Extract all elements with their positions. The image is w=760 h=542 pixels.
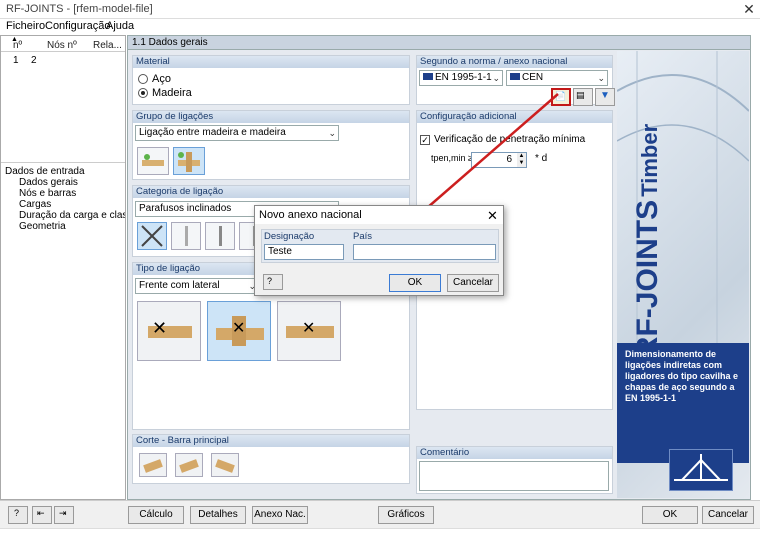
radio-aco[interactable]	[138, 74, 148, 84]
dowel-button[interactable]	[171, 222, 201, 250]
col-header-nodes: Nós nº	[47, 40, 77, 51]
joint-type-1-button[interactable]: ✕	[137, 301, 201, 361]
export-button[interactable]: ⇥	[54, 506, 74, 524]
banner-description: Dimensionamento de ligações indiretas co…	[617, 343, 749, 463]
grupo-label: Grupo de ligações	[133, 111, 409, 123]
comment-textarea[interactable]	[419, 461, 609, 491]
cut-2-button[interactable]	[175, 453, 203, 477]
group-ligacoes: Grupo de ligações Ligação entre madeira …	[132, 110, 410, 180]
annex-button[interactable]: Anexo Nac.	[252, 506, 308, 524]
details-button[interactable]: Detalhes	[190, 506, 246, 524]
country-input[interactable]	[353, 244, 496, 260]
nav-item-nos-barras[interactable]: Nós e barras	[5, 188, 125, 199]
menu-ficheiro[interactable]: Ficheiro	[6, 20, 45, 32]
nav-item-dados-gerais[interactable]: Dados gerais	[5, 177, 125, 188]
help-button[interactable]: ?	[8, 506, 28, 524]
cancel-button[interactable]: Cancelar	[702, 506, 754, 524]
dlubal-logo-icon	[669, 449, 733, 491]
nav-item-duracao[interactable]: Duração da carga e classe de u	[5, 210, 125, 221]
banner-title: RF-JOINTS	[631, 199, 664, 359]
new-annex-dialog: Novo anexo nacional ✕ Designação País Te…	[254, 205, 504, 296]
menu-ajuda[interactable]: Ajuda	[106, 20, 134, 32]
close-window-button[interactable]: ✕	[740, 1, 758, 17]
standard-select[interactable]: EN 1995-1-1 ⌄	[419, 70, 503, 86]
chevron-down-icon: ⌄	[597, 73, 605, 83]
corte-label: Corte - Barra principal	[133, 435, 409, 447]
radio-aco-label: Aço	[152, 73, 171, 85]
title-bar: RF-JOINTS - [rfem-model-file] ✕	[0, 0, 760, 19]
comment-label: Comentário	[417, 447, 612, 459]
nav-tree: Dados de entrada Dados gerais Nós e barr…	[5, 166, 125, 232]
inclined-screws-button[interactable]	[137, 222, 167, 250]
cut-3-button[interactable]	[211, 453, 239, 477]
export-icon: ⇥	[59, 508, 67, 518]
filter-button[interactable]: ▼	[595, 88, 615, 106]
menu-bar: Ficheiro Configuração Ajuda	[0, 19, 760, 35]
calc-button[interactable]: Cálculo	[128, 506, 184, 524]
annex-select[interactable]: CEN ⌄	[506, 70, 608, 86]
radio-madeira[interactable]	[138, 88, 148, 98]
designation-label: Designação	[264, 231, 315, 242]
chevron-down-icon: ⌄	[492, 73, 500, 83]
joint-type-3-button[interactable]: ✕	[277, 301, 341, 361]
dialog-ok-button[interactable]: OK	[389, 274, 441, 292]
table-cell[interactable]: 1	[13, 55, 19, 66]
dialog-close-icon[interactable]: ✕	[487, 208, 498, 224]
categoria-label: Categoria de ligação	[133, 186, 409, 198]
nav-item-geometria[interactable]: Geometria	[5, 221, 125, 232]
steel-timber-icon-button[interactable]	[137, 147, 169, 175]
material-group: Material Aço Madeira	[132, 55, 410, 105]
table-cell[interactable]: 2	[31, 55, 37, 66]
standard-label: Segundo a norma / anexo nacional	[417, 56, 612, 68]
designation-input[interactable]: Teste	[264, 244, 344, 260]
bottom-strip	[0, 528, 760, 542]
comment-group: Comentário	[416, 446, 613, 494]
dialog-cancel-button[interactable]: Cancelar	[447, 274, 499, 292]
tipo-select[interactable]: Frente com lateral ⌄	[135, 278, 259, 294]
menu-configuracao[interactable]: Configuração	[45, 20, 110, 32]
banner-wordmark: RF-JOINTS Timber	[631, 91, 691, 358]
help-icon: ?	[14, 508, 20, 518]
chevron-down-icon: ⌄	[328, 128, 336, 138]
window-title: RF-JOINTS - [rfem-model-file]	[6, 3, 153, 15]
ok-button[interactable]: OK	[642, 506, 698, 524]
corte-group: Corte - Barra principal	[132, 434, 410, 484]
edit-annex-button[interactable]: ▤	[573, 88, 593, 106]
banner-subtitle: Timber	[637, 123, 662, 197]
main-header: 1.1 Dados gerais	[128, 36, 750, 50]
cut-1-button[interactable]	[139, 453, 167, 477]
nav-item-cargas[interactable]: Cargas	[5, 199, 125, 210]
grupo-select[interactable]: Ligação entre madeira e madeira ⌄	[135, 125, 339, 141]
nav-root[interactable]: Dados de entrada	[5, 166, 125, 177]
help-button[interactable]: ?	[263, 274, 283, 290]
footer-bar: ? ⇤ ⇥ Cálculo Detalhes Anexo Nac. Gráfic…	[0, 500, 760, 528]
import-button[interactable]: ⇤	[32, 506, 52, 524]
sort-up-icon: ▲	[11, 36, 18, 43]
help-icon: ?	[267, 276, 273, 286]
product-banner: RF-JOINTS Timber Dimensionamento de liga…	[617, 51, 749, 498]
bolt-button[interactable]	[205, 222, 235, 250]
material-label: Material	[133, 56, 409, 68]
import-icon: ⇤	[37, 508, 45, 518]
timber-timber-icon-button[interactable]	[173, 147, 205, 175]
graphics-button[interactable]: Gráficos	[378, 506, 434, 524]
eu-flag-icon	[510, 73, 520, 80]
col-header-rel: Rela...	[93, 40, 122, 51]
dialog-title: Novo anexo nacional	[255, 206, 503, 224]
country-label: País	[353, 231, 373, 242]
eu-flag-icon	[423, 73, 433, 80]
left-pane: nº ▲ Nós nº Rela... 1 2 Dados de entrada…	[0, 35, 126, 533]
radio-madeira-label: Madeira	[152, 87, 192, 99]
joint-type-2-button[interactable]: ✕	[207, 301, 271, 361]
